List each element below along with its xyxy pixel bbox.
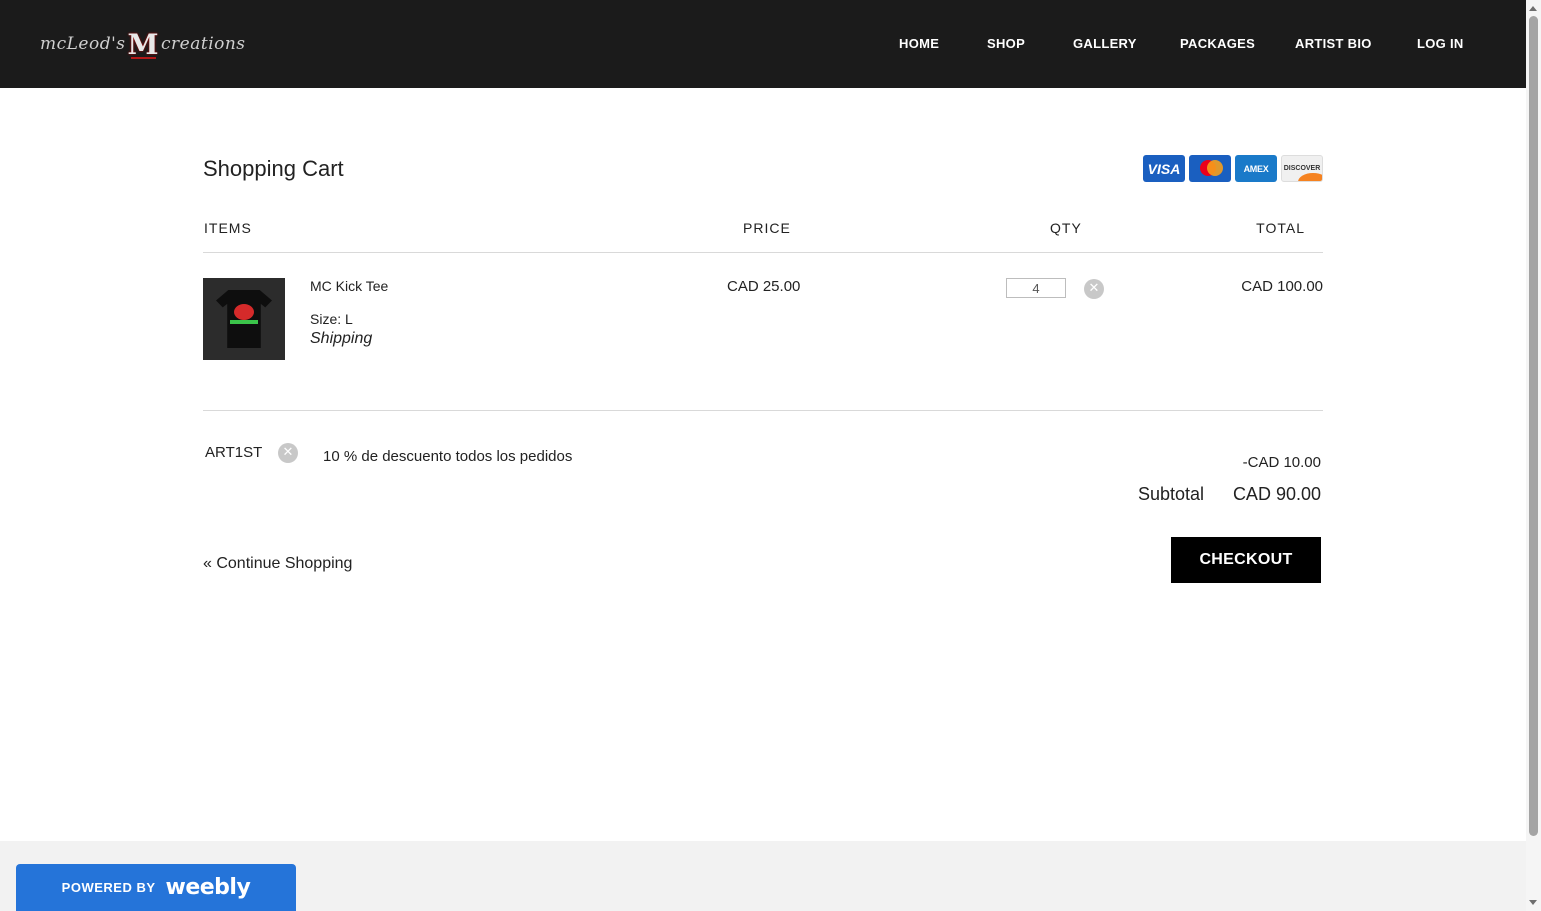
scroll-up-arrow-icon[interactable] bbox=[1529, 6, 1537, 11]
nav-home[interactable]: HOME bbox=[899, 36, 939, 51]
nav-packages[interactable]: PACKAGES bbox=[1180, 36, 1255, 51]
visa-icon: VISA bbox=[1143, 155, 1185, 182]
powered-by-label: POWERED BY bbox=[61, 880, 156, 895]
page-title: Shopping Cart bbox=[203, 156, 344, 181]
product-name-link[interactable]: MC Kick Tee bbox=[310, 278, 388, 294]
scrollbar-thumb[interactable] bbox=[1529, 16, 1538, 836]
subtotal-label: Subtotal bbox=[1137, 484, 1204, 504]
product-price: CAD 25.00 bbox=[727, 278, 801, 295]
product-size: Size: L bbox=[310, 311, 353, 327]
column-header-price: PRICE bbox=[743, 220, 791, 236]
column-header-qty: QTY bbox=[1050, 220, 1082, 236]
header-divider bbox=[203, 252, 1323, 253]
vertical-scrollbar[interactable] bbox=[1526, 0, 1541, 911]
column-header-total: TOTAL bbox=[1256, 220, 1305, 236]
checkout-button[interactable]: CHECKOUT bbox=[1171, 537, 1321, 583]
product-shipping-note: Shipping bbox=[310, 330, 373, 347]
nav-log-in[interactable]: LOG IN bbox=[1417, 36, 1464, 51]
tshirt-image bbox=[216, 290, 272, 348]
discover-icon: DISCOVER bbox=[1281, 155, 1323, 182]
coupon-code: ART1ST bbox=[205, 444, 263, 461]
remove-item-icon[interactable]: ✕ bbox=[1084, 279, 1104, 299]
coupon-description: 10 % de descuento todos los pedidos bbox=[323, 448, 573, 465]
discount-amount: -CAD 10.00 bbox=[1242, 454, 1321, 471]
product-thumbnail[interactable] bbox=[203, 278, 285, 360]
continue-shopping-link[interactable]: « Continue Shopping bbox=[203, 555, 352, 573]
site-header: mcLeod's M creations HOME SHOP GALLERY P… bbox=[0, 0, 1526, 88]
scroll-down-arrow-icon[interactable] bbox=[1529, 900, 1537, 905]
remove-coupon-icon[interactable]: ✕ bbox=[278, 443, 298, 463]
product-line-total: CAD 100.00 bbox=[1241, 278, 1323, 295]
subtotal-value: CAD 90.00 bbox=[1232, 484, 1321, 504]
payment-cards: VISA AMEX DISCOVER bbox=[1143, 155, 1323, 182]
nav-gallery[interactable]: GALLERY bbox=[1073, 36, 1137, 51]
main-nav: HOME SHOP GALLERY PACKAGES ARTIST BIO LO… bbox=[0, 36, 1526, 54]
column-header-items: ITEMS bbox=[204, 220, 252, 236]
nav-shop[interactable]: SHOP bbox=[987, 36, 1025, 51]
powered-by-weebly-badge[interactable]: POWERED BY weebly bbox=[16, 864, 296, 911]
weebly-logo: weebly bbox=[165, 875, 251, 900]
mastercard-icon bbox=[1189, 155, 1231, 182]
items-divider bbox=[203, 410, 1323, 411]
quantity-input[interactable] bbox=[1006, 278, 1066, 298]
amex-icon: AMEX bbox=[1235, 155, 1277, 182]
nav-artist-bio[interactable]: ARTIST BIO bbox=[1295, 36, 1372, 51]
